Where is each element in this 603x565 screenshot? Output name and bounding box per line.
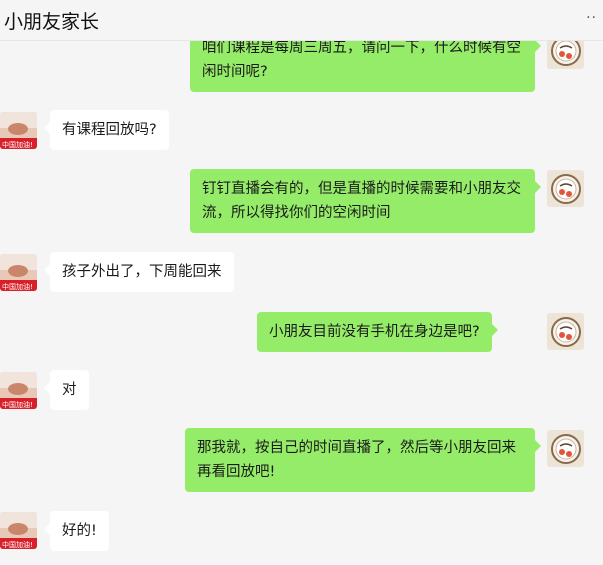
my-avatar[interactable]: [547, 170, 584, 207]
incoming-message[interactable]: 孩子外出了，下周能回来: [44, 252, 234, 292]
avatar-badge: 中国加油!: [2, 282, 33, 291]
avatar-badge: 中国加油!: [2, 540, 33, 549]
message-text: 好的!: [62, 523, 97, 539]
message-text: 咱们课程是每周三周五，请问一下，什么时候有空闲时间呢?: [202, 41, 521, 80]
contact-photo-icon: 中国加油!: [0, 254, 37, 291]
illustration-avatar-icon: [547, 430, 584, 467]
illustration-avatar-icon: [547, 41, 584, 69]
more-dots-icon[interactable]: ··: [586, 10, 597, 26]
my-avatar[interactable]: [547, 313, 584, 350]
avatar-badge: 中国加油!: [2, 140, 33, 149]
contact-photo-icon: 中国加油!: [0, 372, 37, 409]
message-text: 有课程回放吗?: [62, 122, 157, 138]
illustration-avatar-icon: [547, 313, 584, 350]
message-text: 对: [62, 382, 77, 398]
incoming-message[interactable]: 好的!: [44, 511, 109, 551]
outgoing-message[interactable]: 咱们课程是每周三周五，请问一下，什么时候有空闲时间呢?: [190, 41, 541, 92]
incoming-message[interactable]: 有课程回放吗?: [44, 110, 169, 150]
message-list[interactable]: 咱们课程是每周三周五，请问一下，什么时候有空闲时间呢? 中国加油! 有课程回放吗…: [0, 41, 603, 565]
illustration-avatar-icon: [547, 170, 584, 207]
contact-avatar[interactable]: 中国加油!: [0, 112, 37, 149]
contact-photo-icon: 中国加油!: [0, 112, 37, 149]
avatar-badge: 中国加油!: [2, 400, 33, 409]
contact-avatar[interactable]: 中国加油!: [0, 372, 37, 409]
outgoing-message[interactable]: 小朋友目前没有手机在身边是吧?: [257, 312, 498, 352]
message-text: 钉钉直播会有的，但是直播的时候需要和小朋友交流，所以得找你们的空闲时间: [202, 181, 521, 221]
contact-avatar[interactable]: 中国加油!: [0, 512, 37, 549]
my-avatar[interactable]: [547, 430, 584, 467]
contact-avatar[interactable]: 中国加油!: [0, 254, 37, 291]
message-text: 孩子外出了，下周能回来: [62, 264, 222, 280]
outgoing-message[interactable]: 钉钉直播会有的，但是直播的时候需要和小朋友交流，所以得找你们的空闲时间: [190, 169, 541, 233]
message-text: 小朋友目前没有手机在身边是吧?: [269, 324, 480, 340]
my-avatar[interactable]: [547, 41, 584, 69]
chat-header: 小朋友家长 ··: [0, 0, 603, 41]
incoming-message[interactable]: 对: [44, 370, 89, 410]
contact-photo-icon: 中国加油!: [0, 512, 37, 549]
message-text: 那我就，按自己的时间直播了，然后等小朋友回来再看回放吧!: [197, 440, 516, 480]
chat-title: 小朋友家长: [4, 11, 100, 33]
outgoing-message[interactable]: 那我就，按自己的时间直播了，然后等小朋友回来再看回放吧!: [185, 428, 541, 492]
